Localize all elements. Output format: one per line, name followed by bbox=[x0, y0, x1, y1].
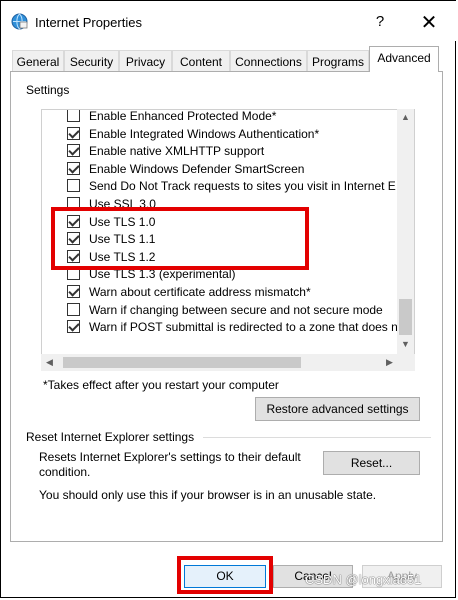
reset-group-line bbox=[203, 437, 431, 438]
vertical-scroll-thumb[interactable] bbox=[399, 299, 412, 335]
tab-connections[interactable]: Connections bbox=[230, 50, 307, 72]
checkbox-unchecked[interactable] bbox=[67, 179, 80, 193]
window-title: Internet Properties bbox=[35, 15, 142, 30]
settings-item-label: Warn if changing between secure and not … bbox=[89, 302, 383, 317]
settings-item-label: Enable Enhanced Protected Mode* bbox=[89, 109, 277, 123]
restore-advanced-settings-button[interactable]: Restore advanced settings bbox=[255, 397, 420, 421]
tab-programs[interactable]: Programs bbox=[307, 50, 369, 72]
settings-item-label: Warn about certificate address mismatch* bbox=[89, 285, 311, 299]
settings-item-label: Enable Windows Defender SmartScreen bbox=[89, 161, 305, 176]
internet-explorer-globe-icon bbox=[11, 13, 28, 30]
checkbox-checked[interactable] bbox=[67, 126, 80, 140]
checkbox-checked[interactable] bbox=[67, 161, 80, 175]
scroll-left-icon[interactable]: ◀ bbox=[41, 357, 58, 368]
close-icon[interactable]: ✕ bbox=[418, 10, 440, 35]
tls-highlight-box bbox=[51, 207, 309, 270]
csdn-watermark: CSDN @longxiao51 bbox=[305, 572, 422, 587]
restart-footnote: *Takes effect after you restart your com… bbox=[43, 378, 279, 392]
checkbox-checked[interactable] bbox=[67, 285, 80, 298]
reset-group-label: Reset Internet Explorer settings bbox=[26, 430, 195, 444]
tab-security[interactable]: Security bbox=[64, 50, 119, 72]
tab-content[interactable]: Content bbox=[172, 50, 230, 72]
checkbox-checked[interactable] bbox=[67, 144, 80, 158]
tab-general[interactable]: General bbox=[12, 50, 64, 72]
horizontal-scrollbar[interactable]: ◀ ▶ bbox=[41, 354, 398, 371]
scroll-down-icon[interactable]: ▼ bbox=[397, 339, 414, 349]
scroll-up-icon[interactable]: ▲ bbox=[397, 112, 414, 122]
settings-item-label: Send Do Not Track requests to sites you … bbox=[89, 179, 396, 194]
tab-advanced[interactable]: Advanced bbox=[369, 46, 439, 72]
scroll-right-icon[interactable]: ▶ bbox=[381, 357, 398, 368]
settings-item-label: Enable Integrated Windows Authentication… bbox=[89, 126, 320, 141]
tab-privacy[interactable]: Privacy bbox=[119, 50, 172, 72]
reset-description: Resets Internet Explorer's settings to t… bbox=[39, 450, 301, 479]
horizontal-scroll-thumb[interactable] bbox=[63, 357, 301, 368]
settings-item-label: Warn if POST submittal is redirected to … bbox=[89, 320, 398, 335]
settings-item-label: Enable native XMLHTTP support bbox=[89, 144, 265, 159]
reset-button[interactable]: Reset... bbox=[323, 451, 420, 475]
help-icon[interactable]: ? bbox=[373, 13, 387, 30]
scrollbar-corner bbox=[398, 354, 415, 371]
checkbox-unchecked[interactable] bbox=[67, 302, 80, 316]
vertical-scrollbar[interactable]: ▲ ▼ bbox=[397, 109, 414, 354]
checkbox-unchecked[interactable] bbox=[67, 110, 80, 122]
title-bar: Internet Properties ? ✕ bbox=[1, 1, 456, 41]
checkbox-checked[interactable] bbox=[67, 320, 80, 334]
reset-warning: You should only use this if your browser… bbox=[39, 488, 377, 502]
settings-group-label: Settings bbox=[26, 83, 70, 97]
ok-highlight-box bbox=[177, 556, 273, 594]
